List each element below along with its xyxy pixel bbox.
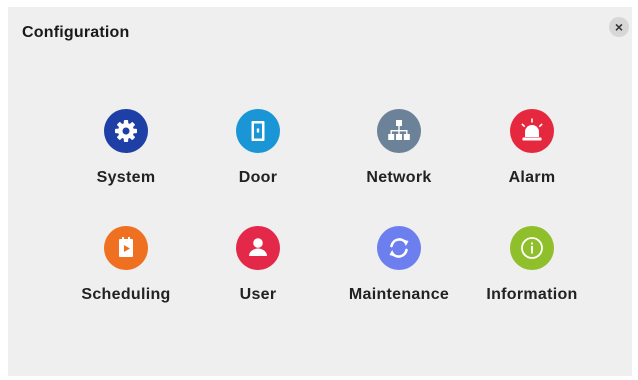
tile-user[interactable]: User	[193, 226, 323, 326]
close-button[interactable]: ×	[609, 17, 629, 37]
tile-system[interactable]: System	[61, 109, 191, 209]
info-icon	[510, 226, 554, 270]
schedule-icon	[104, 226, 148, 270]
tile-network[interactable]: Network	[334, 109, 464, 209]
tile-label: Network	[366, 169, 432, 186]
dialog-title: Configuration	[22, 24, 130, 41]
tile-scheduling[interactable]: Scheduling	[61, 226, 191, 326]
door-icon	[236, 109, 280, 153]
tile-label: System	[96, 169, 156, 186]
tile-label: User	[239, 286, 277, 303]
alarm-siren-icon	[510, 109, 554, 153]
tile-label: Information	[486, 286, 578, 303]
tile-label: Scheduling	[81, 286, 171, 303]
tile-information[interactable]: Information	[467, 226, 597, 326]
configuration-dialog: Configuration × System Door Network Alar…	[8, 7, 632, 376]
tile-alarm[interactable]: Alarm	[467, 109, 597, 209]
user-icon	[236, 226, 280, 270]
network-icon	[377, 109, 421, 153]
tile-label: Maintenance	[348, 286, 450, 303]
gear-icon	[104, 109, 148, 153]
tile-label: Door	[238, 169, 278, 186]
sync-icon	[377, 226, 421, 270]
tile-label: Alarm	[508, 169, 556, 186]
tile-door[interactable]: Door	[193, 109, 323, 209]
tile-maintenance[interactable]: Maintenance	[334, 226, 464, 326]
